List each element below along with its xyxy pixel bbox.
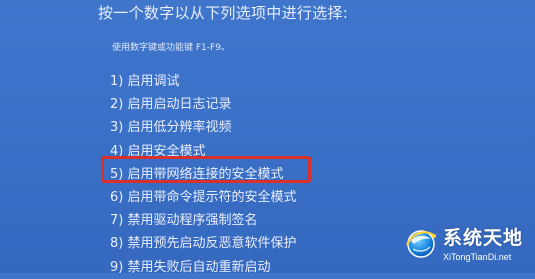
highlight-box — [101, 156, 311, 183]
watermark: 系统天地 XiTongTianDi.net — [403, 223, 531, 269]
option-enable-debugging[interactable]: 1) 启用调试 — [110, 70, 296, 93]
hint-text: 使用数字键或功能键 F1-F9。 — [112, 43, 230, 53]
option-safe-mode-with-command-prompt[interactable]: 6) 启用带命令提示符的安全模式 — [110, 186, 296, 209]
globe-logo-icon — [405, 230, 436, 258]
option-disable-driver-signature-enforcement[interactable]: 7) 禁用驱动程序强制签名 — [110, 209, 296, 232]
option-enable-low-resolution-video[interactable]: 3) 启用低分辨率视频 — [110, 116, 296, 139]
startup-settings-screen: 按一个数字以从下列选项中进行选择: 使用数字键或功能键 F1-F9。 1) 启用… — [0, 0, 535, 275]
option-disable-auto-restart[interactable]: 9) 禁用失败后自动重新启动 — [110, 256, 296, 279]
prompt-text: 按一个数字以从下列选项中进行选择: — [98, 4, 349, 22]
watermark-title: 系统天地 — [443, 227, 524, 249]
watermark-url: XiTongTianDi.net — [443, 252, 512, 262]
option-disable-early-launch-antimalware[interactable]: 8) 禁用预先启动反恶意软件保护 — [110, 232, 296, 255]
option-enable-boot-logging[interactable]: 2) 启用启动日志记录 — [110, 93, 296, 116]
